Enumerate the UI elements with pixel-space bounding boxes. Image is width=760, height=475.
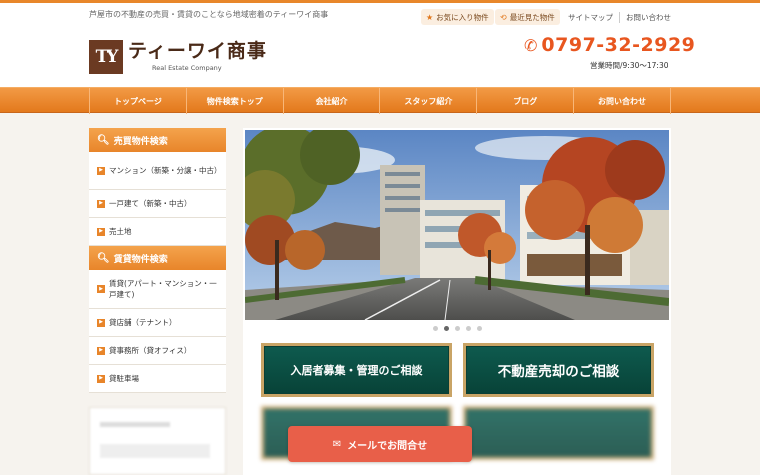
recent-label: 最近見た物件	[509, 12, 555, 22]
nav-blog[interactable]: ブログ	[477, 88, 575, 114]
site-header: 芦屋市の不動産の売買・賃貸のことなら地域密着のティーワイ商事 TY ティーワイ商…	[0, 3, 760, 87]
favorites-label: お気に入り物件	[436, 12, 489, 22]
nav-company[interactable]: 会社紹介	[284, 88, 381, 114]
sidebar: 🔍︎ 売買物件検索 ▶ マンション（新築・分譲・中古） ▶ 一戸建て（新築・中古） …	[89, 128, 226, 393]
sell-consult-banner[interactable]: 不動産売却のご相談	[463, 343, 654, 397]
tenant-consult-banner[interactable]: 入居者募集・管理のご相談	[261, 343, 452, 397]
mail-icon: ✉	[332, 438, 342, 450]
sidebar-item-parking[interactable]: ▶ 貸駐車場	[89, 365, 226, 393]
utility-recent-link[interactable]: ⟲ 最近見た物件	[495, 9, 560, 25]
nav-staff[interactable]: スタッフ紹介	[380, 88, 478, 114]
phone-number[interactable]: ✆ 0797-32-2929	[524, 34, 695, 56]
search-icon: 🔍︎	[97, 134, 110, 146]
nav-contact[interactable]: お問い合わせ	[574, 88, 671, 114]
logo-subtitle: Real Estate Company	[152, 64, 222, 72]
arrow-right-icon: ▶	[97, 227, 105, 236]
arrow-right-icon: ▶	[97, 285, 105, 293]
sidebar-item-office[interactable]: ▶ 貸事務所（貸オフィス）	[89, 337, 226, 365]
rent-search-heading: 🔍︎ 賃貸物件検索	[89, 246, 226, 270]
blurred-banner-2[interactable]	[463, 406, 654, 460]
site-logo[interactable]: TY ティーワイ商事 Real Estate Company	[89, 40, 267, 74]
sitemap-link[interactable]: サイトマップ	[562, 12, 619, 23]
main-content: 入居者募集・管理のご相談 不動産売却のご相談	[243, 128, 671, 475]
search-icon: 🔍︎	[97, 252, 110, 264]
contact-link[interactable]: お問い合わせ	[619, 11, 677, 23]
sidebar-item-mansion[interactable]: ▶ マンション（新築・分譲・中古）	[89, 152, 226, 190]
sidebar-blurred-widget	[89, 407, 226, 475]
slider-dot-1[interactable]	[432, 326, 438, 331]
sale-search-heading: 🔍︎ 売買物件検索	[89, 128, 226, 152]
logo-mark: TY	[89, 40, 123, 74]
nav-top[interactable]: トップページ	[90, 88, 187, 114]
arrow-right-icon: ▶	[97, 166, 105, 175]
business-hours: 営業時間/9:30～17:30	[590, 61, 669, 70]
sidebar-item-house[interactable]: ▶ 一戸建て（新築・中古）	[89, 190, 226, 218]
slider-dot-4[interactable]	[465, 326, 471, 331]
slider-dot-3[interactable]	[454, 326, 460, 331]
star-icon: ★	[426, 12, 434, 22]
sidebar-item-land[interactable]: ▶ 売土地	[89, 218, 226, 246]
global-nav: トップページ 物件検索トップ 会社紹介 スタッフ紹介 ブログ お問い合わせ	[0, 87, 760, 114]
nav-property-search[interactable]: 物件検索トップ	[187, 88, 284, 114]
slider-pagination	[243, 326, 671, 331]
logo-name: ティーワイ商事	[128, 40, 267, 62]
arrow-right-icon: ▶	[97, 374, 105, 383]
phone-icon: ✆	[524, 35, 538, 55]
utility-links: サイトマップ お問い合わせ	[562, 9, 677, 25]
arrow-right-icon: ▶	[97, 199, 105, 208]
mail-contact-button[interactable]: ✉ メールでお問合せ	[288, 426, 472, 462]
sidebar-item-rental[interactable]: ▶ 賃貸(アパート・マンション・一戸建て)	[89, 270, 226, 309]
site-tagline: 芦屋市の不動産の売買・賃貸のことなら地域密着のティーワイ商事	[89, 10, 329, 19]
arrow-right-icon: ▶	[97, 346, 105, 355]
slider-dot-5[interactable]	[476, 326, 482, 331]
sidebar-item-shop[interactable]: ▶ 貸店舗（テナント）	[89, 309, 226, 337]
history-icon: ⟲	[500, 12, 507, 22]
utility-favorites-link[interactable]: ★ お気に入り物件	[421, 9, 494, 25]
street-photo	[245, 130, 669, 320]
arrow-right-icon: ▶	[97, 318, 105, 327]
slider-dot-2[interactable]	[443, 326, 449, 331]
hero-slider[interactable]	[245, 130, 669, 320]
